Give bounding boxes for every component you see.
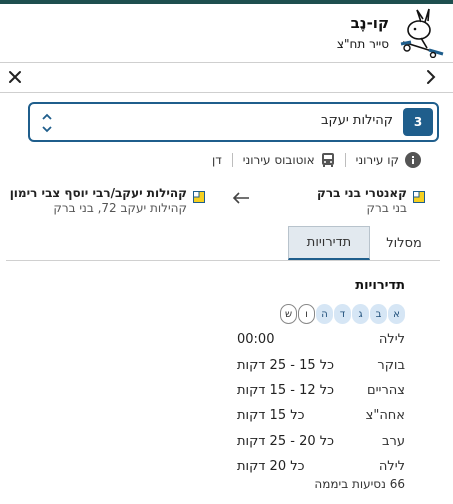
route-number-badge: 3	[403, 108, 433, 136]
destination-stop[interactable]: קהילות יעקב/רבי יוסף צבי רימון קהילות יע…	[5, 186, 187, 215]
frequency-period: ערב	[382, 434, 405, 449]
vehicle-type: אוטובוס עירוני	[242, 153, 315, 167]
frequency-period: לילה	[378, 332, 405, 347]
bus-stop-icon	[413, 191, 425, 203]
tab-frequencies[interactable]: תדירויות	[288, 226, 370, 260]
origin-stop-name: קאנטרי בני ברק	[317, 186, 407, 200]
route-name: קהילות יעקב	[320, 113, 393, 128]
line-type: קו עירוני	[355, 153, 399, 167]
tab-route-label: מסלול	[386, 235, 422, 251]
operator-name: דן	[211, 153, 222, 167]
brand-title: קו-נֶב	[350, 14, 389, 32]
frequency-value: 00:00	[237, 332, 275, 347]
tabs-divider	[6, 260, 440, 261]
rabbit-scooter-logo	[400, 8, 444, 58]
bus-stop-icon	[193, 191, 205, 203]
meta-separator	[231, 153, 233, 167]
app-header: קו-נֶב סייר תח"צ	[0, 4, 453, 62]
info-icon	[405, 152, 421, 168]
origin-stop[interactable]: קאנטרי בני ברק בני ברק	[317, 186, 407, 215]
chevron-right-icon	[427, 70, 436, 84]
frequency-period: אחה"צ	[365, 408, 405, 423]
nav-divider	[0, 92, 453, 93]
frequency-value: כל 20 - 25 דקות	[237, 434, 335, 449]
route-selector[interactable]: 3 קהילות יעקב	[28, 102, 439, 142]
frequencies-title: תדירויות	[355, 278, 405, 293]
frequency-period: לילה	[378, 459, 405, 474]
day-wednesday[interactable]: ד	[334, 304, 351, 324]
origin-stop-address: בני ברק	[366, 201, 407, 215]
frequency-value: כל 20 דקות	[237, 459, 305, 474]
arrow-left-icon	[232, 192, 249, 204]
weekday-selector: א ב ג ד ה ו ש	[280, 304, 405, 324]
frequency-value: כל 15 - 25 דקות	[237, 358, 335, 373]
line-meta: קו עירוני אוטובוס עירוני דן	[212, 150, 421, 170]
day-friday[interactable]: ו	[298, 304, 315, 324]
day-thursday[interactable]: ה	[316, 304, 333, 324]
close-icon	[9, 71, 21, 83]
close-button[interactable]	[4, 66, 26, 88]
meta-separator	[344, 153, 346, 167]
day-saturday[interactable]: ש	[280, 304, 297, 324]
day-tuesday[interactable]: ג	[352, 304, 369, 324]
destination-stop-name: קהילות יעקב/רבי יוסף צבי רימון	[9, 186, 187, 200]
daily-trips-total: 66 נסיעות ביממה	[314, 477, 405, 491]
frequency-value: כל 15 דקות	[237, 408, 305, 423]
day-sunday[interactable]: א	[388, 304, 405, 324]
frequency-period: צהריים	[367, 383, 405, 398]
brand-subtitle: סייר תח"צ	[336, 37, 389, 51]
frequency-value: כל 12 - 15 דקות	[237, 383, 335, 398]
frequency-period: בוקר	[377, 358, 405, 373]
bus-icon	[321, 153, 334, 167]
day-monday[interactable]: ב	[370, 304, 387, 324]
chevron-up-down-icon[interactable]	[40, 110, 54, 136]
tab-route[interactable]: מסלול	[370, 226, 438, 260]
destination-stop-address: קהילות יעקב 72, בני ברק	[53, 201, 187, 215]
forward-button[interactable]	[420, 66, 442, 88]
tab-frequencies-label: תדירויות	[306, 235, 352, 250]
header-divider	[0, 62, 453, 63]
